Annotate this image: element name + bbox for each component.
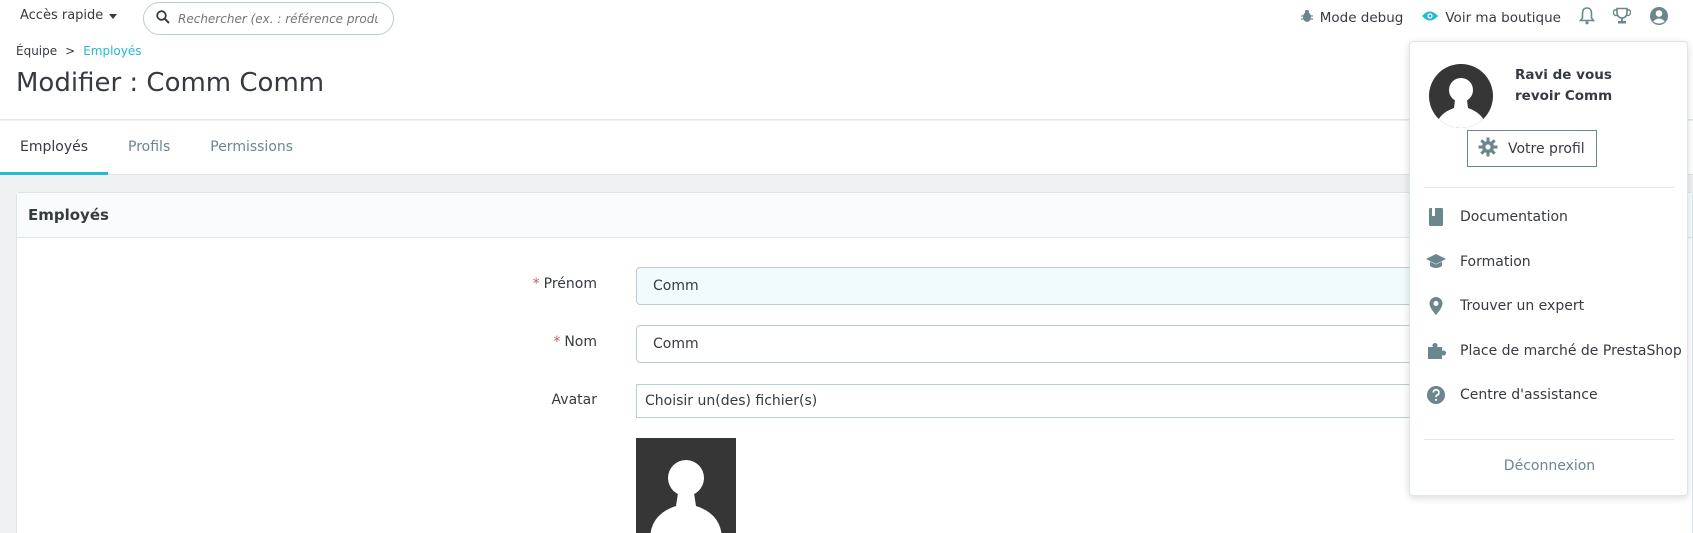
tab-employees[interactable]: Employés — [0, 121, 109, 175]
firstname-label: * Prénom — [297, 276, 597, 292]
gear-icon — [1478, 137, 1498, 161]
logout-link[interactable]: Déconnexion — [1410, 458, 1689, 474]
help-icon — [1424, 385, 1448, 405]
divider — [1424, 187, 1674, 188]
quick-access-label: Accès rapide — [20, 8, 104, 23]
view-shop-link[interactable]: Voir ma boutique — [1421, 10, 1561, 26]
lastname-label-text: Nom — [564, 334, 597, 350]
bell-icon[interactable] — [1578, 7, 1596, 29]
school-icon — [1424, 253, 1448, 271]
menu-item-label: Formation — [1460, 254, 1531, 270]
tab-profiles[interactable]: Profils — [108, 121, 190, 175]
required-mark: * — [553, 334, 561, 350]
caret-down-icon — [109, 14, 118, 19]
breadcrumb-separator: > — [65, 44, 76, 58]
debug-mode-label: Mode debug — [1319, 10, 1404, 26]
eye-icon — [1421, 10, 1439, 26]
lastname-field[interactable]: Comm — [636, 325, 1456, 363]
breadcrumb-parent[interactable]: Équipe — [16, 44, 57, 58]
menu-item-training[interactable]: Formation — [1424, 250, 1531, 274]
firstname-label-text: Prénom — [543, 276, 597, 292]
lastname-label: * Nom — [297, 334, 597, 350]
search-input[interactable] — [178, 11, 378, 26]
welcome-message: Ravi de vous revoir Comm — [1515, 67, 1613, 104]
view-shop-label: Voir ma boutique — [1445, 10, 1561, 26]
page-title: Modifier : Comm Comm — [16, 68, 325, 98]
menu-item-marketplace[interactable]: Place de marché de PrestaShop — [1424, 339, 1682, 363]
avatar-preview-image — [636, 438, 736, 533]
firstname-field[interactable]: Comm — [636, 267, 1456, 305]
account-dropdown: Ravi de vous revoir Comm Votre profil Do… — [1409, 41, 1688, 496]
book-icon — [1424, 207, 1448, 227]
top-bar: Accès rapide Mode debug Voir ma boutique — [0, 0, 1693, 36]
divider — [1424, 439, 1674, 440]
menu-item-label: Trouver un expert — [1460, 298, 1585, 314]
avatar — [1429, 64, 1493, 128]
bug-icon — [1300, 9, 1314, 27]
debug-mode-link[interactable]: Mode debug — [1300, 9, 1404, 27]
breadcrumb: Équipe > Employés — [16, 44, 142, 58]
menu-item-find-expert[interactable]: Trouver un expert — [1424, 294, 1584, 318]
menu-item-help-center[interactable]: Centre d'assistance — [1424, 383, 1598, 407]
required-mark: * — [532, 276, 540, 292]
account-icon[interactable] — [1649, 6, 1669, 30]
your-profile-label: Votre profil — [1508, 140, 1585, 157]
puzzle-icon — [1424, 341, 1448, 361]
search-icon — [156, 9, 170, 28]
search-box[interactable] — [143, 2, 394, 35]
avatar-label: Avatar — [551, 392, 597, 408]
trophy-icon[interactable] — [1612, 7, 1632, 29]
menu-item-label: Documentation — [1460, 209, 1568, 225]
menu-item-label: Place de marché de PrestaShop — [1460, 343, 1682, 359]
menu-item-label: Centre d'assistance — [1460, 387, 1598, 403]
menu-item-documentation[interactable]: Documentation — [1424, 205, 1568, 229]
quick-access-menu[interactable]: Accès rapide — [20, 8, 118, 23]
avatar-file-input[interactable]: Choisir un(des) fichier(s) — [636, 384, 1456, 418]
location-pin-icon — [1424, 296, 1448, 316]
your-profile-button[interactable]: Votre profil — [1467, 130, 1597, 167]
tab-permissions[interactable]: Permissions — [190, 121, 313, 175]
breadcrumb-current[interactable]: Employés — [83, 44, 141, 58]
